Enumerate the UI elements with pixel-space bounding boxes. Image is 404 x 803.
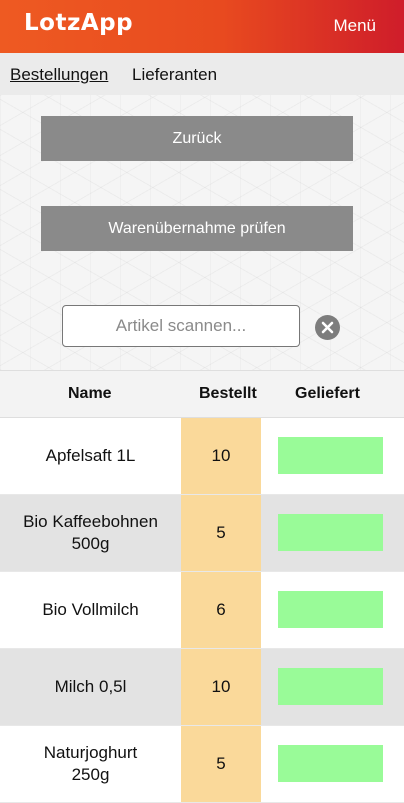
order-table: Name Bestellt Geliefert Apfelsaft 1L 10 … <box>0 370 404 803</box>
item-name: Milch 0,5l <box>54 676 127 696</box>
item-ordered-qty: 10 <box>181 418 261 494</box>
menu-button[interactable]: Menü <box>333 16 376 36</box>
scan-article-input[interactable] <box>62 305 300 347</box>
tab-lieferanten[interactable]: Lieferanten <box>132 65 217 85</box>
header-delivered: Geliefert <box>295 385 360 402</box>
app-header: LotzApp Menü <box>0 0 404 53</box>
tab-bestellungen[interactable]: Bestellungen <box>10 65 108 85</box>
item-delivered-field[interactable] <box>278 514 383 551</box>
item-name: Bio Vollmilch <box>42 599 139 619</box>
check-delivery-button[interactable]: Warenübernahme prüfen <box>41 206 353 251</box>
header-ordered: Bestellt <box>199 385 257 402</box>
item-ordered-qty: 10 <box>181 649 261 725</box>
item-delivered-field[interactable] <box>278 745 383 782</box>
table-row: Milch 0,5l 10 <box>0 649 404 726</box>
clear-search-button[interactable] <box>315 315 340 340</box>
back-button[interactable]: Zurück <box>41 116 353 161</box>
item-ordered-qty: 5 <box>181 495 261 571</box>
item-delivered-field[interactable] <box>278 591 383 628</box>
header-name: Name <box>68 385 112 402</box>
item-ordered-qty: 6 <box>181 572 261 648</box>
table-row: Naturjoghurt 250g 5 <box>0 726 404 803</box>
item-delivered-field[interactable] <box>278 437 383 474</box>
table-row: Bio Vollmilch 6 <box>0 572 404 649</box>
item-name: Naturjoghurt 250g <box>43 742 138 784</box>
app-logo: LotzApp <box>24 10 134 36</box>
item-ordered-qty: 5 <box>181 726 261 802</box>
close-icon <box>321 321 334 334</box>
sub-navigation: Bestellungen Lieferanten <box>0 53 404 95</box>
item-name: Bio Kaffeebohnen 500g <box>23 511 158 553</box>
table-row: Apfelsaft 1L 10 <box>0 418 404 495</box>
table-row: Bio Kaffeebohnen 500g 5 <box>0 495 404 572</box>
item-delivered-field[interactable] <box>278 668 383 705</box>
item-name: Apfelsaft 1L <box>45 445 136 465</box>
table-header: Name Bestellt Geliefert <box>0 370 404 418</box>
